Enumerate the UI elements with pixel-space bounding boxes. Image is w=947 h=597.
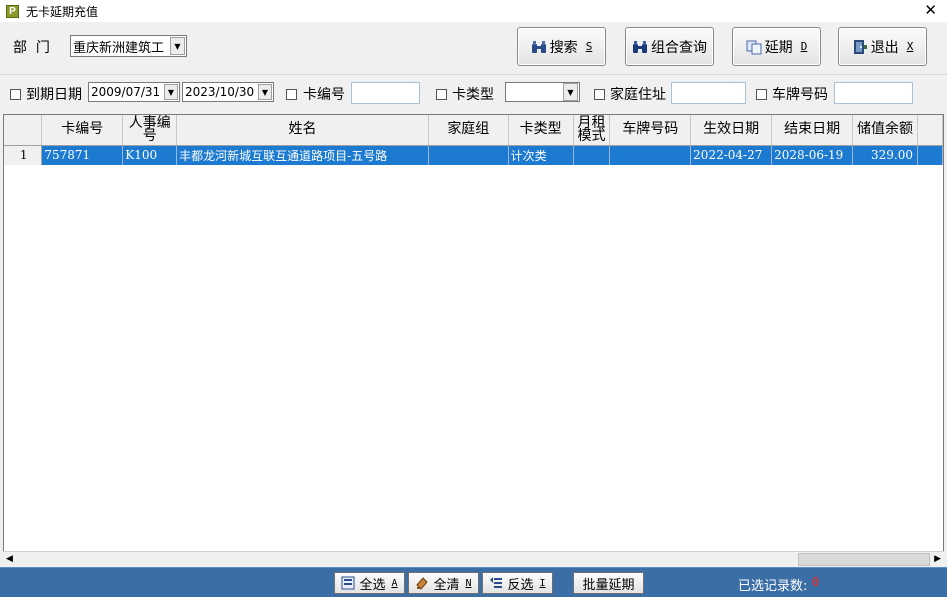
copy-icon bbox=[746, 40, 762, 54]
scroll-left-icon[interactable]: ◀ bbox=[6, 554, 13, 564]
select-all-button[interactable]: 全选 A bbox=[334, 572, 405, 594]
column-header[interactable]: 生效日期 bbox=[690, 115, 773, 146]
column-header[interactable]: 姓名 bbox=[176, 115, 429, 146]
column-header[interactable]: 结束日期 bbox=[771, 115, 854, 146]
dept-select-value: 重庆新洲建筑工 bbox=[73, 40, 165, 56]
cell-plate[interactable] bbox=[609, 145, 692, 165]
eraser-icon bbox=[416, 577, 429, 590]
address-checkbox[interactable] bbox=[594, 89, 605, 100]
app-icon: P bbox=[6, 4, 19, 18]
selected-count-value: 0 bbox=[812, 575, 820, 589]
close-icon[interactable]: ✕ bbox=[924, 1, 937, 19]
dept-label: 部 门 bbox=[13, 40, 50, 56]
column-header[interactable]: 车牌号码 bbox=[609, 115, 692, 146]
extend-button-label: 延期 bbox=[764, 39, 793, 56]
card-type-label: 卡类型 bbox=[452, 87, 494, 103]
expire-date-label: 到期日期 bbox=[26, 87, 82, 103]
chevron-down-icon[interactable]: ▼ bbox=[164, 84, 178, 100]
card-type-checkbox[interactable] bbox=[436, 89, 447, 100]
expire-date-checkbox[interactable] bbox=[10, 89, 21, 100]
binoculars-icon bbox=[531, 40, 546, 53]
plate-input[interactable] bbox=[834, 82, 913, 104]
select-all-label: 全选 bbox=[359, 577, 386, 593]
dept-select[interactable]: 重庆新洲建筑工 ▼ bbox=[70, 35, 187, 57]
date-from-picker[interactable]: 2009/07/31 ▼ bbox=[88, 82, 180, 102]
card-no-label: 卡编号 bbox=[303, 87, 345, 103]
row-number-header bbox=[4, 115, 43, 146]
filter-row: 到期日期 2009/07/31 ▼ 2023/10/30 ▼ 卡编号 卡类型 ▼… bbox=[0, 74, 947, 110]
exit-button[interactable]: 退出 X bbox=[838, 27, 927, 66]
search-hotkey: S bbox=[585, 40, 593, 53]
cell-empty bbox=[917, 145, 943, 165]
column-header[interactable]: 卡类型 bbox=[508, 115, 574, 146]
table-row[interactable]: 1 757871 K100 丰都龙河新城互联互通道路项目-五号路 计次类 202… bbox=[4, 145, 943, 165]
date-to-value: 2023/10/30 bbox=[185, 85, 255, 99]
cell-end-date[interactable]: 2028-06-19 bbox=[771, 145, 854, 165]
clear-all-label: 全清 bbox=[433, 577, 460, 593]
date-to-picker[interactable]: 2023/10/30 ▼ bbox=[182, 82, 274, 102]
cell-name[interactable]: 丰都龙河新城互联互通道路项目-五号路 bbox=[176, 145, 429, 165]
plate-label: 车牌号码 bbox=[772, 87, 828, 103]
exit-door-icon bbox=[853, 39, 867, 54]
records-table: 卡编号 人事编号 姓名 家庭组 卡类型 月租模式 车牌号码 生效日期 结束日期 … bbox=[4, 115, 943, 165]
cell-monthly-mode[interactable] bbox=[573, 145, 611, 165]
cell-balance[interactable]: 329.00 bbox=[852, 145, 918, 165]
date-from-value: 2009/07/31 bbox=[91, 85, 161, 99]
cell-staff-no[interactable]: K100 bbox=[122, 145, 178, 165]
extend-hotkey: D bbox=[800, 40, 808, 53]
selected-count-label: 已选记录数: bbox=[738, 579, 808, 594]
column-header[interactable]: 卡编号 bbox=[41, 115, 124, 146]
select-all-icon bbox=[341, 576, 355, 590]
card-no-checkbox[interactable] bbox=[286, 89, 297, 100]
cell-card-type[interactable]: 计次类 bbox=[508, 145, 574, 165]
invert-selection-label: 反选 bbox=[507, 577, 534, 593]
horizontal-scrollbar[interactable]: ◀ ▶ bbox=[3, 551, 944, 567]
table-header-row: 卡编号 人事编号 姓名 家庭组 卡类型 月租模式 车牌号码 生效日期 结束日期 … bbox=[4, 115, 943, 146]
binoculars-icon bbox=[633, 40, 647, 53]
clear-all-button[interactable]: 全清 N bbox=[408, 572, 479, 594]
search-button-label: 搜索 bbox=[549, 39, 578, 56]
extend-button[interactable]: 延期 D bbox=[732, 27, 821, 66]
toolbar: 部 门 重庆新洲建筑工 ▼ 搜索 S 组合查询 延期 D 退出 X bbox=[0, 23, 947, 70]
chevron-down-icon[interactable]: ▼ bbox=[563, 83, 578, 101]
address-input[interactable] bbox=[671, 82, 746, 104]
batch-extend-button[interactable]: 批量延期 bbox=[573, 572, 644, 594]
row-number: 1 bbox=[4, 145, 43, 165]
chevron-down-icon[interactable]: ▼ bbox=[258, 84, 272, 100]
chevron-down-icon[interactable]: ▼ bbox=[170, 37, 185, 55]
column-header[interactable]: 家庭组 bbox=[428, 115, 509, 146]
batch-extend-label: 批量延期 bbox=[582, 577, 635, 593]
title-bar: P 无卡延期充值 ✕ bbox=[0, 0, 947, 22]
card-no-input[interactable] bbox=[351, 82, 420, 104]
combo-query-button[interactable]: 组合查询 bbox=[625, 27, 714, 66]
column-header[interactable]: 储值余额 bbox=[852, 115, 918, 146]
invert-selection-button[interactable]: 反选 I bbox=[482, 572, 553, 594]
address-label: 家庭住址 bbox=[610, 87, 666, 103]
cell-start-date[interactable]: 2022-04-27 bbox=[690, 145, 773, 165]
invert-list-icon bbox=[490, 577, 503, 588]
data-grid[interactable]: 卡编号 人事编号 姓名 家庭组 卡类型 月租模式 车牌号码 生效日期 结束日期 … bbox=[3, 114, 944, 567]
cell-family-group[interactable] bbox=[428, 145, 509, 165]
scrollbar-thumb[interactable] bbox=[798, 553, 930, 566]
column-header[interactable]: 人事编号 bbox=[122, 115, 178, 146]
window-title: 无卡延期充值 bbox=[26, 4, 99, 19]
exit-hotkey: X bbox=[906, 40, 914, 53]
invert-selection-hotkey: I bbox=[539, 577, 546, 589]
cell-card-no[interactable]: 757871 bbox=[41, 145, 124, 165]
exit-button-label: 退出 bbox=[870, 39, 899, 56]
search-button[interactable]: 搜索 S bbox=[517, 27, 606, 66]
status-bar: 全选 A 全清 N 反选 I 批量延期 已选记录数: 0 bbox=[0, 567, 947, 597]
plate-checkbox[interactable] bbox=[756, 89, 767, 100]
scroll-right-icon[interactable]: ▶ bbox=[934, 554, 941, 564]
select-all-hotkey: A bbox=[391, 577, 398, 589]
column-header[interactable]: 月租模式 bbox=[573, 115, 611, 146]
combo-query-label: 组合查询 bbox=[651, 39, 707, 56]
column-header-empty bbox=[917, 115, 943, 146]
clear-all-hotkey: N bbox=[465, 577, 472, 589]
card-type-select[interactable]: ▼ bbox=[505, 82, 580, 102]
